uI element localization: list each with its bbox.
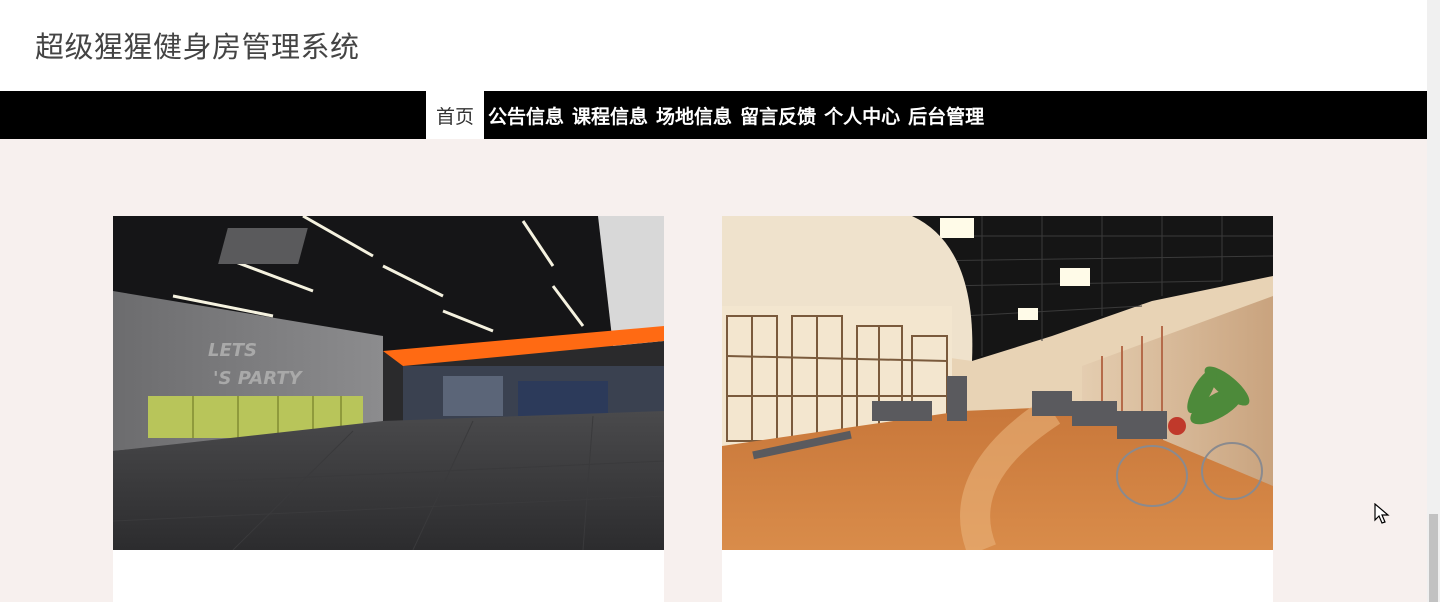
page-scrollbar[interactable] xyxy=(1427,0,1440,602)
site-title: 超级猩猩健身房管理系统 xyxy=(35,30,360,64)
nav-item-feedback[interactable]: 留言反馈 xyxy=(736,91,820,139)
mouse-cursor-icon xyxy=(1374,503,1390,524)
nav-item-admin[interactable]: 后台管理 xyxy=(904,91,988,139)
main-navbar: 首页 公告信息 课程信息 场地信息 留言反馈 个人中心 后台管理 xyxy=(0,91,1427,139)
gym-photo-dark-studio[interactable]: LETS 'S PARTY xyxy=(113,216,664,550)
gallery-card[interactable] xyxy=(722,216,1273,602)
gallery-card[interactable]: LETS 'S PARTY xyxy=(113,216,664,602)
nav-item-announcements[interactable]: 公告信息 xyxy=(484,91,568,139)
nav-item-venues[interactable]: 场地信息 xyxy=(652,91,736,139)
nav-item-courses[interactable]: 课程信息 xyxy=(568,91,652,139)
nav-item-home[interactable]: 首页 xyxy=(426,91,485,139)
header: 超级猩猩健身房管理系统 xyxy=(0,0,1427,91)
svg-text:LETS: LETS xyxy=(208,340,257,361)
gym-photo-treadmill-hall[interactable] xyxy=(722,216,1273,550)
svg-text:'S PARTY: 'S PARTY xyxy=(213,368,304,389)
scrollbar-thumb[interactable] xyxy=(1429,514,1438,602)
main-content: LETS 'S PARTY xyxy=(0,139,1427,602)
nav-item-personal-center[interactable]: 个人中心 xyxy=(820,91,904,139)
nav-list: 首页 公告信息 课程信息 场地信息 留言反馈 个人中心 后台管理 xyxy=(426,91,988,139)
